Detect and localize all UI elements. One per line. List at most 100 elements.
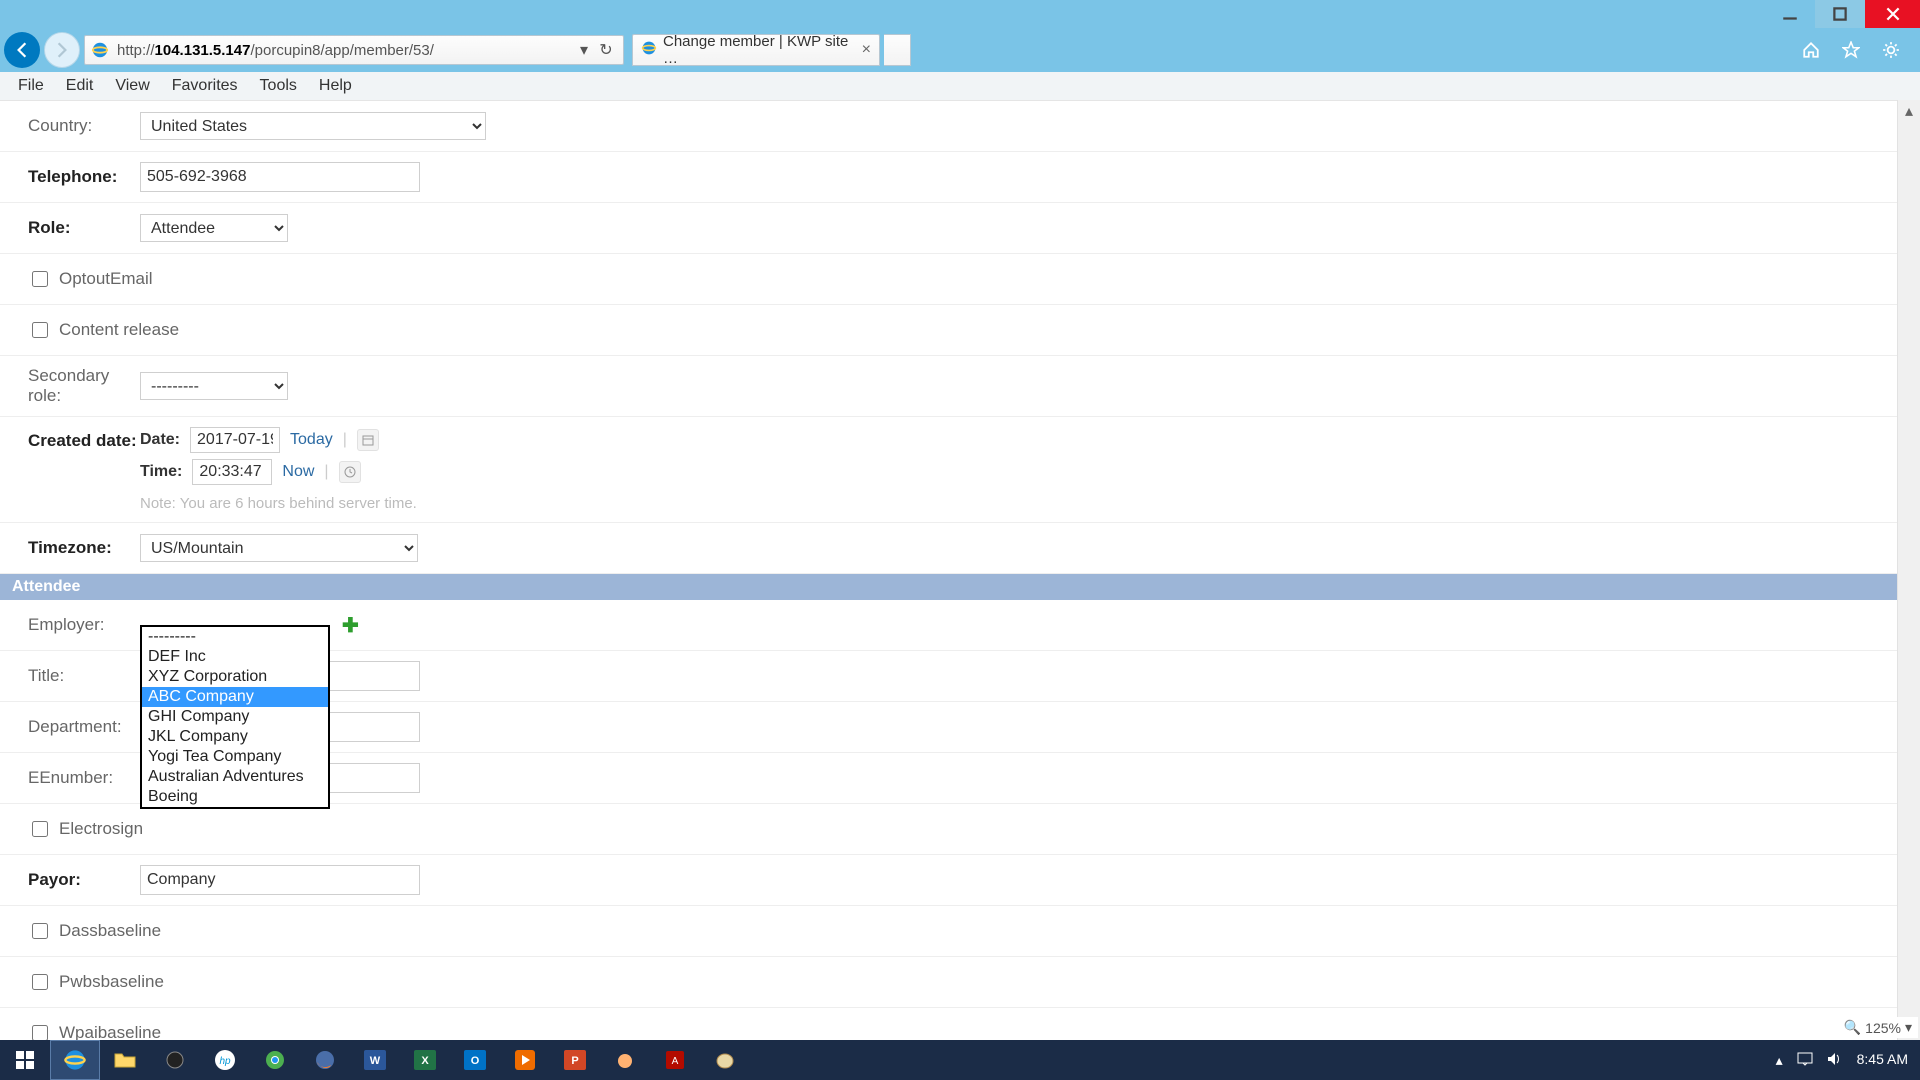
taskbar-firefox[interactable] (300, 1040, 350, 1080)
tray-up-icon[interactable]: ▴ (1776, 1052, 1783, 1069)
wpaibaseline-checkbox[interactable]: Wpaibaseline (28, 1022, 161, 1040)
tray-clock[interactable]: 8:45 AM (1857, 1052, 1908, 1067)
ie-favicon-icon (641, 40, 657, 60)
zoom-level[interactable]: 🔍 125% ▾ (1838, 1017, 1918, 1038)
label-created-date: Created date: (28, 427, 140, 451)
taskbar-outlook[interactable]: O (450, 1040, 500, 1080)
clock-icon[interactable] (339, 461, 361, 483)
palette-icon (715, 1050, 735, 1070)
optout-email-checkbox[interactable]: OptoutEmail (28, 268, 153, 290)
section-attendee-header: Attendee (0, 574, 1897, 600)
back-button[interactable] (4, 32, 40, 68)
pwbsbaseline-input[interactable] (32, 974, 48, 990)
country-select[interactable]: United States (140, 112, 486, 140)
employer-option[interactable]: ABC Company (142, 687, 328, 707)
scroll-up-icon[interactable]: ▴ (1898, 100, 1920, 122)
employer-option[interactable]: Boeing (142, 787, 328, 807)
timezone-select[interactable]: US/Mountain (140, 534, 418, 562)
minimize-button[interactable] (1765, 0, 1815, 28)
windows-icon (15, 1050, 35, 1070)
employer-option[interactable]: GHI Company (142, 707, 328, 727)
menu-favorites[interactable]: Favorites (162, 75, 248, 97)
start-button[interactable] (0, 1040, 50, 1080)
window-close-button[interactable] (1865, 0, 1920, 28)
taskbar-ie[interactable] (50, 1040, 100, 1080)
menu-file[interactable]: File (8, 75, 54, 97)
date-input[interactable] (190, 427, 280, 453)
chrome-icon (265, 1050, 285, 1070)
row-country: Country: United States (0, 101, 1897, 152)
employer-option[interactable]: XYZ Corporation (142, 667, 328, 687)
taskbar-word[interactable]: W (350, 1040, 400, 1080)
label-telephone: Telephone: (28, 167, 140, 187)
secondary-role-select[interactable]: --------- (140, 372, 288, 400)
now-link[interactable]: Now (282, 463, 314, 481)
tab-close-button[interactable]: × (862, 42, 871, 58)
telephone-input[interactable] (140, 162, 420, 192)
new-tab-button[interactable] (884, 34, 911, 66)
dassbaseline-input[interactable] (32, 923, 48, 939)
calendar-icon[interactable] (357, 429, 379, 451)
row-created-date: Created date: Date: Today | Time: Now | (0, 417, 1897, 523)
word-icon: W (364, 1050, 386, 1070)
role-select[interactable]: Attendee (140, 214, 288, 242)
pwbsbaseline-checkbox[interactable]: Pwbsbaseline (28, 971, 164, 993)
taskbar-explorer[interactable] (100, 1040, 150, 1080)
employer-option[interactable]: JKL Company (142, 727, 328, 747)
optout-email-input[interactable] (32, 271, 48, 287)
menu-view[interactable]: View (105, 75, 159, 97)
taskbar-acrobat[interactable]: A (650, 1040, 700, 1080)
today-link[interactable]: Today (290, 431, 333, 449)
wpaibaseline-input[interactable] (32, 1025, 48, 1040)
time-input[interactable] (192, 459, 272, 485)
tab-title: Change member | KWP site … (663, 33, 856, 67)
electrosign-input[interactable] (32, 821, 48, 837)
label-employer: Employer: (28, 615, 140, 635)
taskbar-chrome[interactable] (250, 1040, 300, 1080)
content-release-input[interactable] (32, 322, 48, 338)
taskbar-hp[interactable]: hp (200, 1040, 250, 1080)
taskbar-app-2[interactable] (600, 1040, 650, 1080)
restore-icon (1831, 5, 1849, 23)
taskbar-app-1[interactable] (150, 1040, 200, 1080)
browser-tab[interactable]: Change member | KWP site … × (632, 34, 880, 66)
circle-icon (165, 1050, 185, 1070)
vertical-scrollbar[interactable]: ▴ (1897, 100, 1920, 1040)
arrow-right-icon (53, 41, 71, 59)
content-release-checkbox[interactable]: Content release (28, 319, 179, 341)
add-employer-icon[interactable]: ✚ (342, 613, 359, 638)
menu-help[interactable]: Help (309, 75, 362, 97)
label-payor: Payor: (28, 870, 140, 890)
settings-icon[interactable] (1878, 37, 1904, 63)
page-content: Country: United States Telephone: Role: … (0, 100, 1898, 1040)
refresh-icon[interactable]: ↻ (595, 40, 617, 60)
folder-icon (114, 1051, 136, 1069)
employer-select-open[interactable]: ---------DEF IncXYZ CorporationABC Compa… (140, 625, 330, 809)
restore-button[interactable] (1815, 0, 1865, 28)
payor-input[interactable] (140, 865, 420, 895)
svg-text:P: P (571, 1055, 578, 1067)
menu-tools[interactable]: Tools (250, 75, 307, 97)
taskbar-excel[interactable]: X (400, 1040, 450, 1080)
tray-volume-icon[interactable] (1827, 1052, 1843, 1069)
home-icon[interactable] (1798, 37, 1824, 63)
sublabel-time: Time: (140, 463, 182, 481)
forward-button[interactable] (44, 32, 80, 68)
taskbar-paint[interactable] (700, 1040, 750, 1080)
row-optout-email: OptoutEmail (0, 254, 1897, 305)
close-icon (1884, 5, 1902, 23)
tray-action-center-icon[interactable] (1797, 1052, 1813, 1069)
minimize-icon (1781, 5, 1799, 23)
favorites-icon[interactable] (1838, 37, 1864, 63)
menu-edit[interactable]: Edit (56, 75, 104, 97)
taskbar-media[interactable] (500, 1040, 550, 1080)
employer-option[interactable]: --------- (142, 627, 328, 647)
dassbaseline-checkbox[interactable]: Dassbaseline (28, 920, 161, 942)
taskbar-powerpoint[interactable]: P (550, 1040, 600, 1080)
employer-option[interactable]: DEF Inc (142, 647, 328, 667)
employer-option[interactable]: Yogi Tea Company (142, 747, 328, 767)
employer-option[interactable]: Australian Adventures (142, 767, 328, 787)
address-bar[interactable]: http://104.131.5.147/porcupin8/app/membe… (84, 35, 624, 65)
address-dropdown-icon[interactable]: ▾ (573, 40, 595, 60)
electrosign-checkbox[interactable]: Electrosign (28, 818, 143, 840)
